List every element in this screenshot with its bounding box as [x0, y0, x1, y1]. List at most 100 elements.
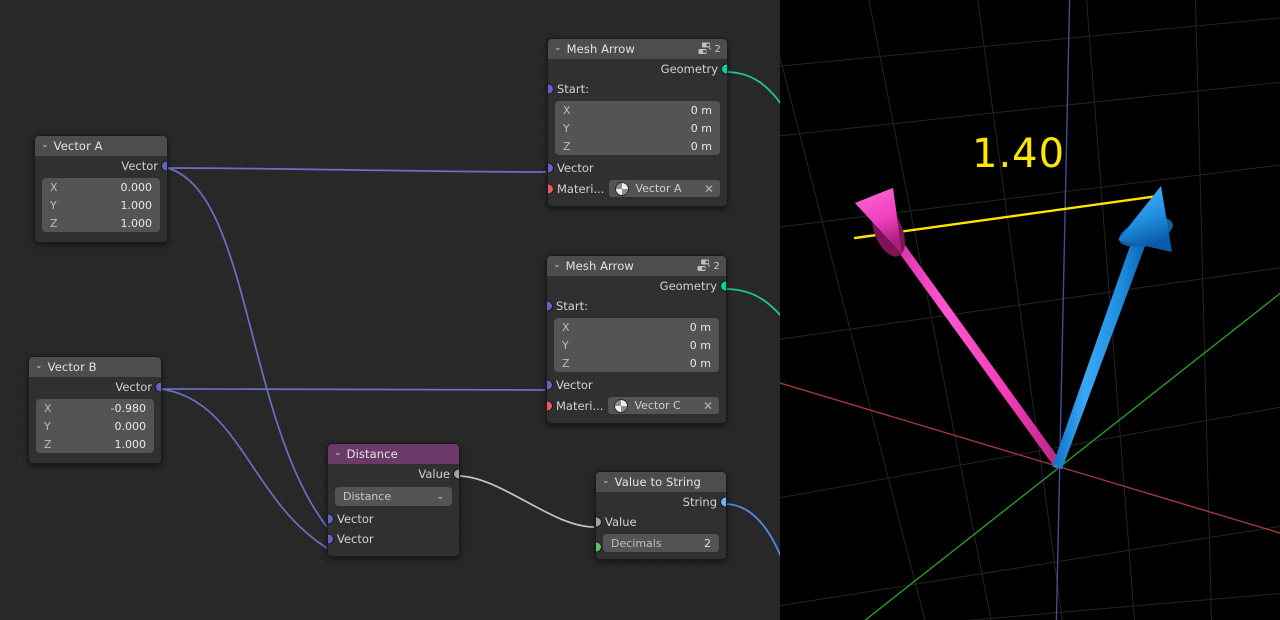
- vector-b-field-y-value: 0.000: [114, 419, 147, 433]
- arrow-vector-a[interactable]: [1052, 186, 1176, 469]
- vector-a-fields[interactable]: X 0.000 Y 1.000 Z 1.000: [42, 178, 160, 232]
- socket-vts-string-output[interactable]: [720, 496, 726, 508]
- socket-vts-decimals-input[interactable]: [596, 541, 602, 553]
- node-vector-b-header[interactable]: ⌄ Vector B: [29, 357, 161, 377]
- arrow2-start-x[interactable]: X 0 m: [554, 318, 719, 336]
- node-vector-a-title: Vector A: [53, 139, 103, 153]
- chevron-down-icon[interactable]: ⌄: [602, 476, 610, 486]
- socket-row-arrow2-start[interactable]: Start:: [547, 296, 726, 316]
- socket-arrow1-start-input[interactable]: [548, 83, 554, 95]
- vts-decimals-field[interactable]: Decimals 2: [603, 534, 719, 552]
- vector-b-field-x[interactable]: X -0.980: [36, 399, 154, 417]
- node-vector-a[interactable]: ⌄ Vector A Vector X 0.000 Y 1.000 Z 1.00…: [34, 135, 168, 243]
- arrow2-start-z-key: Z: [562, 356, 570, 370]
- socket-distance-vector-a-input[interactable]: [328, 513, 334, 525]
- 3d-viewport[interactable]: 1.40: [780, 0, 1280, 620]
- arrow1-material-clear-icon[interactable]: ✕: [704, 183, 714, 195]
- socket-arrow2-material-input[interactable]: [547, 400, 553, 411]
- node-value-to-string-header[interactable]: ⌄ Value to String: [596, 472, 726, 492]
- measurement-label: 1.40: [972, 131, 1066, 177]
- arrow1-material-name: Vector A: [635, 182, 682, 195]
- socket-label-distance-value: Value: [418, 467, 450, 481]
- socket-vector-b-output[interactable]: [155, 381, 161, 393]
- material-sphere-icon: [615, 181, 630, 196]
- socket-row-arrow1-vector[interactable]: Vector: [548, 158, 727, 178]
- node-mesh-arrow-2-body: Geometry Start: X 0 m Y 0 m Z 0 m Vector…: [547, 276, 726, 423]
- node-value-to-string[interactable]: ⌄ Value to String String Value Decimals …: [595, 471, 727, 560]
- socket-arrow2-vector-input[interactable]: [547, 379, 553, 391]
- socket-label-arrow2-start: Start:: [556, 299, 588, 313]
- vector-a-field-y[interactable]: Y 1.000: [42, 196, 160, 214]
- socket-row-arrow2-vector[interactable]: Vector: [547, 375, 726, 395]
- arrow-vector-b[interactable]: [855, 188, 1060, 465]
- socket-label-arrow1-vector: Vector: [557, 161, 594, 175]
- arrow2-start-y-key: Y: [562, 338, 569, 352]
- vector-b-field-y[interactable]: Y 0.000: [36, 417, 154, 435]
- chevron-down-icon[interactable]: ⌄: [41, 140, 49, 150]
- vector-a-field-z[interactable]: Z 1.000: [42, 214, 160, 232]
- socket-vts-value-input[interactable]: [596, 516, 602, 528]
- socket-arrow1-vector-input[interactable]: [548, 162, 554, 174]
- distance-operation-dropdown[interactable]: Distance ⌄: [335, 487, 452, 506]
- vector-b-field-x-key: X: [44, 401, 52, 415]
- chevron-down-icon[interactable]: ⌄: [334, 448, 342, 458]
- socket-row-distance-value[interactable]: Value: [328, 464, 459, 484]
- arrow2-start-x-key: X: [562, 320, 570, 334]
- arrow1-start-y[interactable]: Y 0 m: [555, 119, 720, 137]
- node-mesh-arrow-1-header[interactable]: ⌄ Mesh Arrow 2: [548, 39, 727, 59]
- node-vector-b[interactable]: ⌄ Vector B Vector X -0.980 Y 0.000 Z 1.0…: [28, 356, 162, 464]
- socket-row-arrow1-material[interactable]: Materi... Vector A ✕: [548, 178, 727, 199]
- node-distance-body: Value Distance ⌄ Vector Vector: [328, 464, 459, 556]
- arrow2-start-y[interactable]: Y 0 m: [554, 336, 719, 354]
- node-group-icon[interactable]: 2: [697, 41, 721, 57]
- node-vector-a-header[interactable]: ⌄ Vector A: [35, 136, 167, 156]
- arrow2-start-fields[interactable]: X 0 m Y 0 m Z 0 m: [554, 318, 719, 372]
- socket-row-distance-vector-b[interactable]: Vector: [328, 529, 459, 549]
- socket-arrow1-geometry-output[interactable]: [721, 63, 727, 75]
- vector-b-fields[interactable]: X -0.980 Y 0.000 Z 1.000: [36, 399, 154, 453]
- node-distance[interactable]: ⌄ Distance Value Distance ⌄ Vector Vecto…: [327, 443, 460, 557]
- socket-arrow2-start-input[interactable]: [547, 300, 553, 312]
- wire-vectorA-to-distance: [166, 167, 328, 528]
- node-mesh-arrow-1[interactable]: ⌄ Mesh Arrow 2 Geometry Start: X 0 m Y 0…: [547, 38, 728, 207]
- node-group-users-count: 2: [714, 43, 721, 55]
- vector-a-field-x[interactable]: X 0.000: [42, 178, 160, 196]
- chevron-down-icon[interactable]: ⌄: [554, 43, 562, 53]
- arrow2-start-z[interactable]: Z 0 m: [554, 354, 719, 372]
- socket-distance-value-output[interactable]: [453, 468, 459, 480]
- socket-row-arrow1-geometry[interactable]: Geometry: [548, 59, 727, 79]
- socket-distance-vector-b-input[interactable]: [328, 533, 334, 545]
- socket-row-vts-value[interactable]: Value: [596, 512, 726, 532]
- vector-b-field-z[interactable]: Z 1.000: [36, 435, 154, 453]
- socket-arrow2-geometry-output[interactable]: [720, 280, 726, 292]
- chevron-down-icon[interactable]: ⌄: [553, 260, 561, 270]
- node-distance-header[interactable]: ⌄ Distance: [328, 444, 459, 464]
- arrow2-start-y-value: 0 m: [689, 338, 711, 352]
- socket-row-arrow1-start[interactable]: Start:: [548, 79, 727, 99]
- vector-a-field-y-value: 1.000: [120, 198, 153, 212]
- arrow1-material-selector[interactable]: Vector A ✕: [609, 180, 720, 197]
- node-editor-area[interactable]: ⌄ Vector A Vector X 0.000 Y 1.000 Z 1.00…: [0, 0, 780, 620]
- socket-row-vts-string[interactable]: String: [596, 492, 726, 512]
- socket-row-vector-a-output[interactable]: Vector: [35, 156, 167, 176]
- node-vector-b-title: Vector B: [47, 360, 97, 374]
- arrow2-material-clear-icon[interactable]: ✕: [703, 400, 713, 412]
- arrow1-start-fields[interactable]: X 0 m Y 0 m Z 0 m: [555, 101, 720, 155]
- socket-row-arrow2-material[interactable]: Materi... Vector C ✕: [547, 395, 726, 416]
- axis-z-line: [1055, 0, 1071, 620]
- node-group-icon[interactable]: 2: [696, 258, 720, 274]
- socket-row-arrow2-geometry[interactable]: Geometry: [547, 276, 726, 296]
- arrow1-start-x-value: 0 m: [690, 103, 712, 117]
- node-mesh-arrow-2-header[interactable]: ⌄ Mesh Arrow 2: [547, 256, 726, 276]
- socket-row-vector-b-output[interactable]: Vector: [29, 377, 161, 397]
- socket-arrow1-material-input[interactable]: [548, 183, 554, 194]
- chevron-down-icon[interactable]: ⌄: [436, 492, 444, 502]
- arrow2-material-selector[interactable]: Vector C ✕: [608, 397, 719, 414]
- arrow1-start-z[interactable]: Z 0 m: [555, 137, 720, 155]
- arrow1-start-x[interactable]: X 0 m: [555, 101, 720, 119]
- node-mesh-arrow-2[interactable]: ⌄ Mesh Arrow 2 Geometry Start: X 0 m Y 0…: [546, 255, 727, 424]
- socket-vector-a-output[interactable]: [161, 160, 167, 172]
- chevron-down-icon[interactable]: ⌄: [35, 361, 43, 371]
- socket-row-distance-vector-a[interactable]: Vector: [328, 509, 459, 529]
- vector-b-field-z-key: Z: [44, 437, 52, 451]
